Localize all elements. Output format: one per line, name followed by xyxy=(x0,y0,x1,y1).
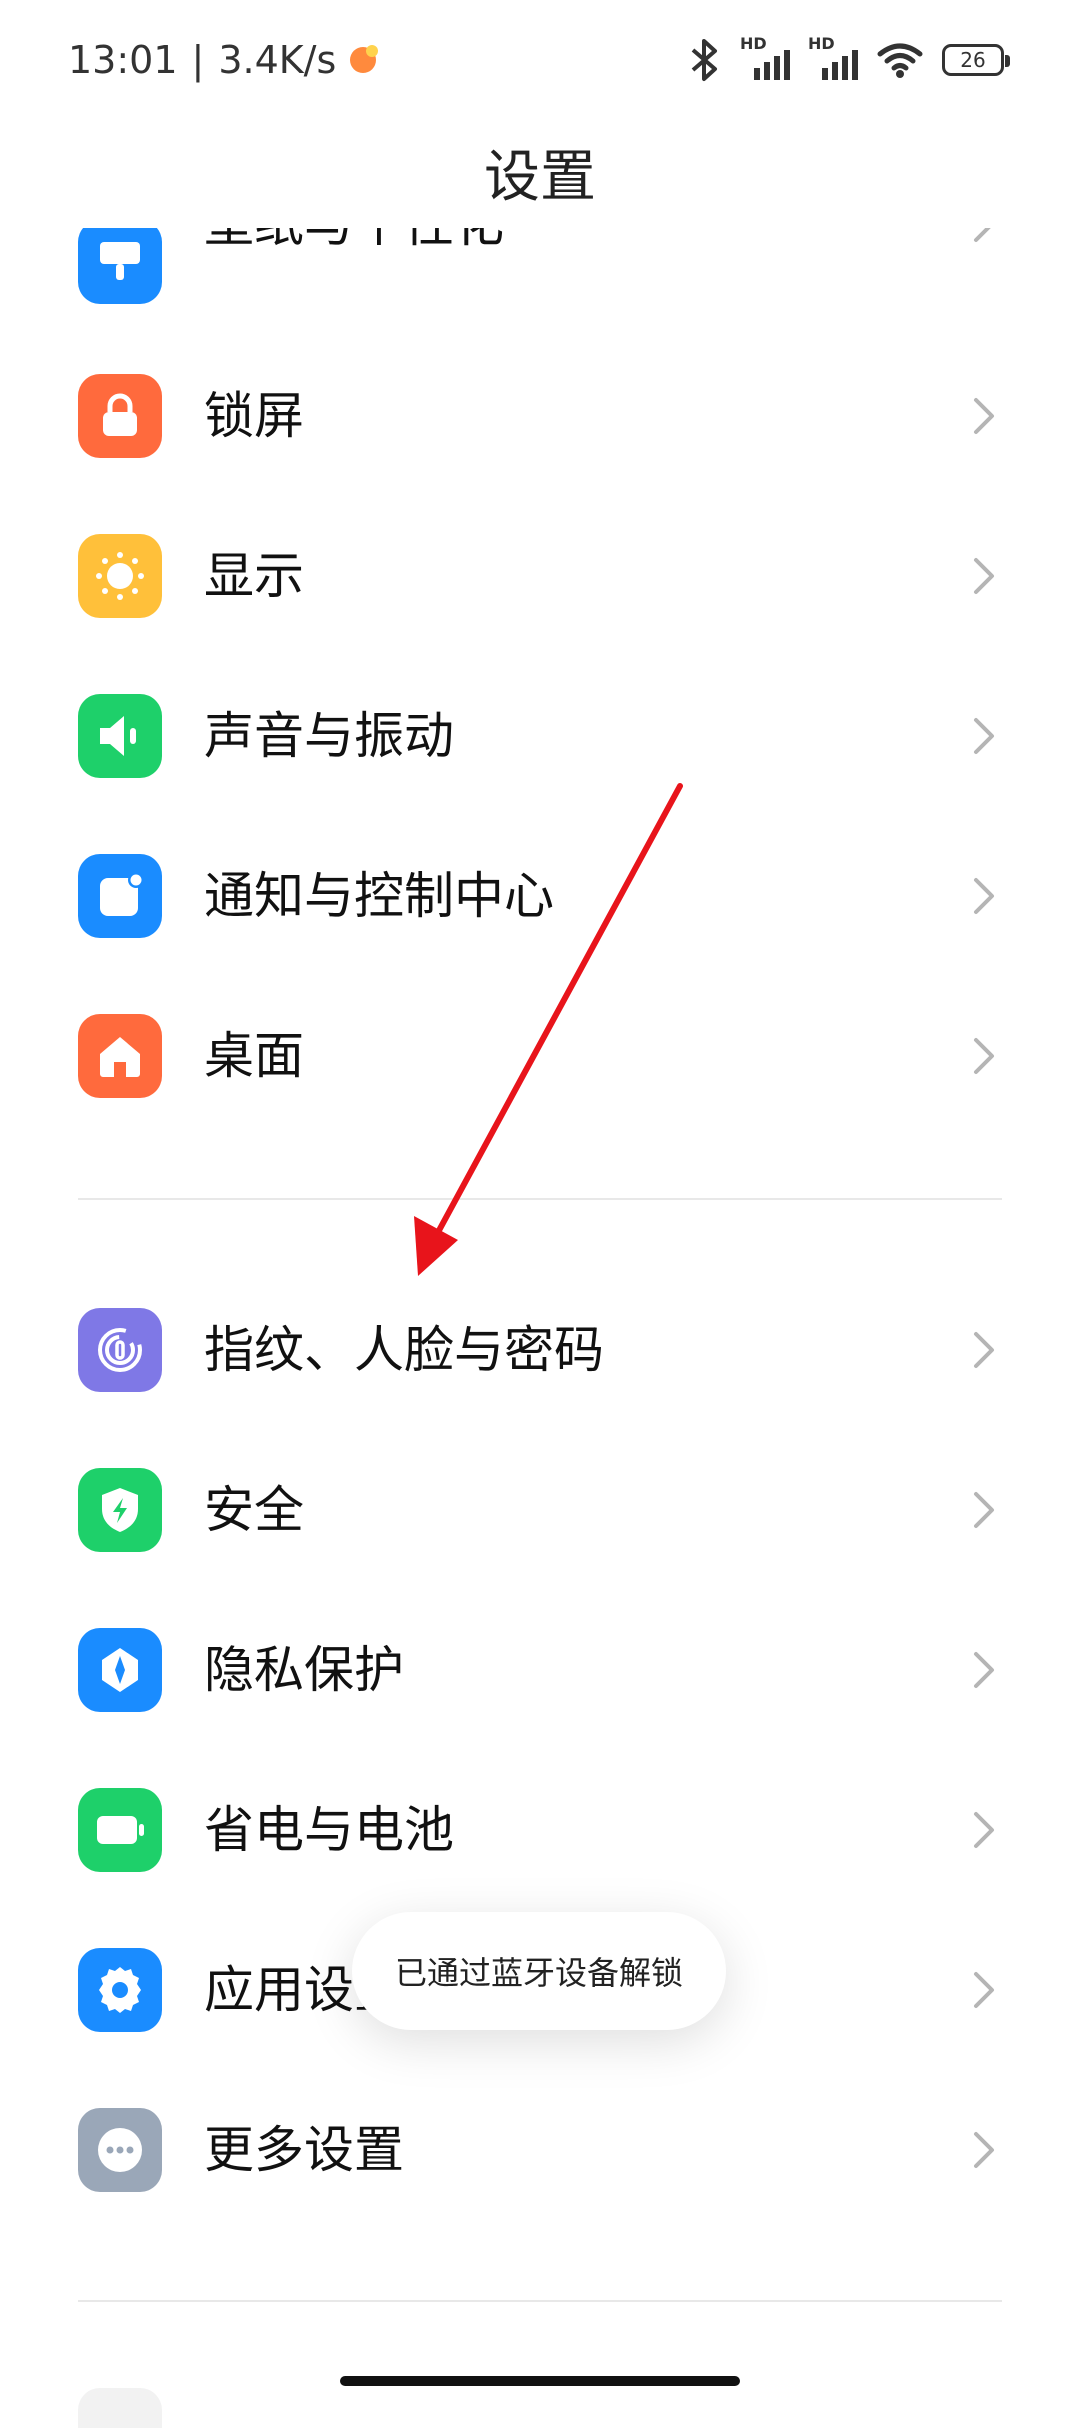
settings-item-home-screen[interactable]: 桌面 xyxy=(0,976,1080,1136)
battery-icon xyxy=(78,1788,162,1872)
settings-item-privacy[interactable]: 隐私保护 xyxy=(0,1590,1080,1750)
shield-icon xyxy=(78,1468,162,1552)
chevron-right-icon xyxy=(974,1492,994,1528)
settings-item-label: 隐私保护 xyxy=(204,1641,404,1699)
chevron-right-icon xyxy=(974,1812,994,1848)
settings-item-label: 通知与控制中心 xyxy=(204,867,554,925)
lock-icon xyxy=(78,374,162,458)
chevron-right-icon xyxy=(974,718,994,754)
settings-item-label: 声音与振动 xyxy=(204,707,454,765)
chevron-right-icon xyxy=(974,398,994,434)
toast-message: 已通过蓝牙设备解锁 xyxy=(352,1912,726,2030)
more-icon xyxy=(78,2108,162,2192)
chevron-right-icon xyxy=(974,558,994,594)
settings-item-display[interactable]: 显示 xyxy=(0,496,1080,656)
page-title: 设置 xyxy=(484,145,596,210)
fingerprint-icon xyxy=(78,1308,162,1392)
settings-item-label: 省电与电池 xyxy=(204,1801,454,1859)
gear-icon xyxy=(78,1948,162,2032)
settings-item-notifications[interactable]: 通知与控制中心 xyxy=(0,816,1080,976)
settings-item-lockscreen[interactable]: 锁屏 xyxy=(0,336,1080,496)
home-icon xyxy=(78,1014,162,1098)
settings-item-label: 更多设置 xyxy=(204,2121,404,2179)
chevron-right-icon xyxy=(974,1652,994,1688)
settings-item-security[interactable]: 安全 xyxy=(0,1430,1080,1590)
privacy-icon xyxy=(78,1628,162,1712)
settings-item-label: 桌面 xyxy=(204,1027,304,1085)
chevron-right-icon xyxy=(974,1038,994,1074)
partial-item-icon xyxy=(78,2388,162,2428)
settings-item-fingerprint-face-password[interactable]: 指纹、人脸与密码 xyxy=(0,1270,1080,1430)
notification-icon xyxy=(78,854,162,938)
settings-item-label: 指纹、人脸与密码 xyxy=(204,1321,604,1379)
settings-list: 壁纸与个性化 锁屏 显示 声音与振动 通知与控制中心 xyxy=(0,0,1080,2400)
settings-item-more[interactable]: 更多设置 xyxy=(0,2070,1080,2230)
section-divider xyxy=(78,2300,1002,2302)
chevron-right-icon xyxy=(974,1332,994,1368)
sun-icon xyxy=(78,534,162,618)
toast-text: 已通过蓝牙设备解锁 xyxy=(394,1954,683,1992)
chevron-right-icon xyxy=(974,1972,994,2008)
settings-item-label: 安全 xyxy=(204,1481,304,1539)
chevron-right-icon xyxy=(974,878,994,914)
settings-item-battery[interactable]: 省电与电池 xyxy=(0,1750,1080,1910)
settings-item-label: 显示 xyxy=(204,547,304,605)
chevron-right-icon xyxy=(974,2132,994,2168)
section-divider xyxy=(78,1198,1002,1200)
settings-item-label: 锁屏 xyxy=(204,387,304,445)
wallpaper-icon xyxy=(78,220,162,304)
settings-item-sound[interactable]: 声音与振动 xyxy=(0,656,1080,816)
home-indicator[interactable] xyxy=(340,2376,740,2386)
speaker-icon xyxy=(78,694,162,778)
